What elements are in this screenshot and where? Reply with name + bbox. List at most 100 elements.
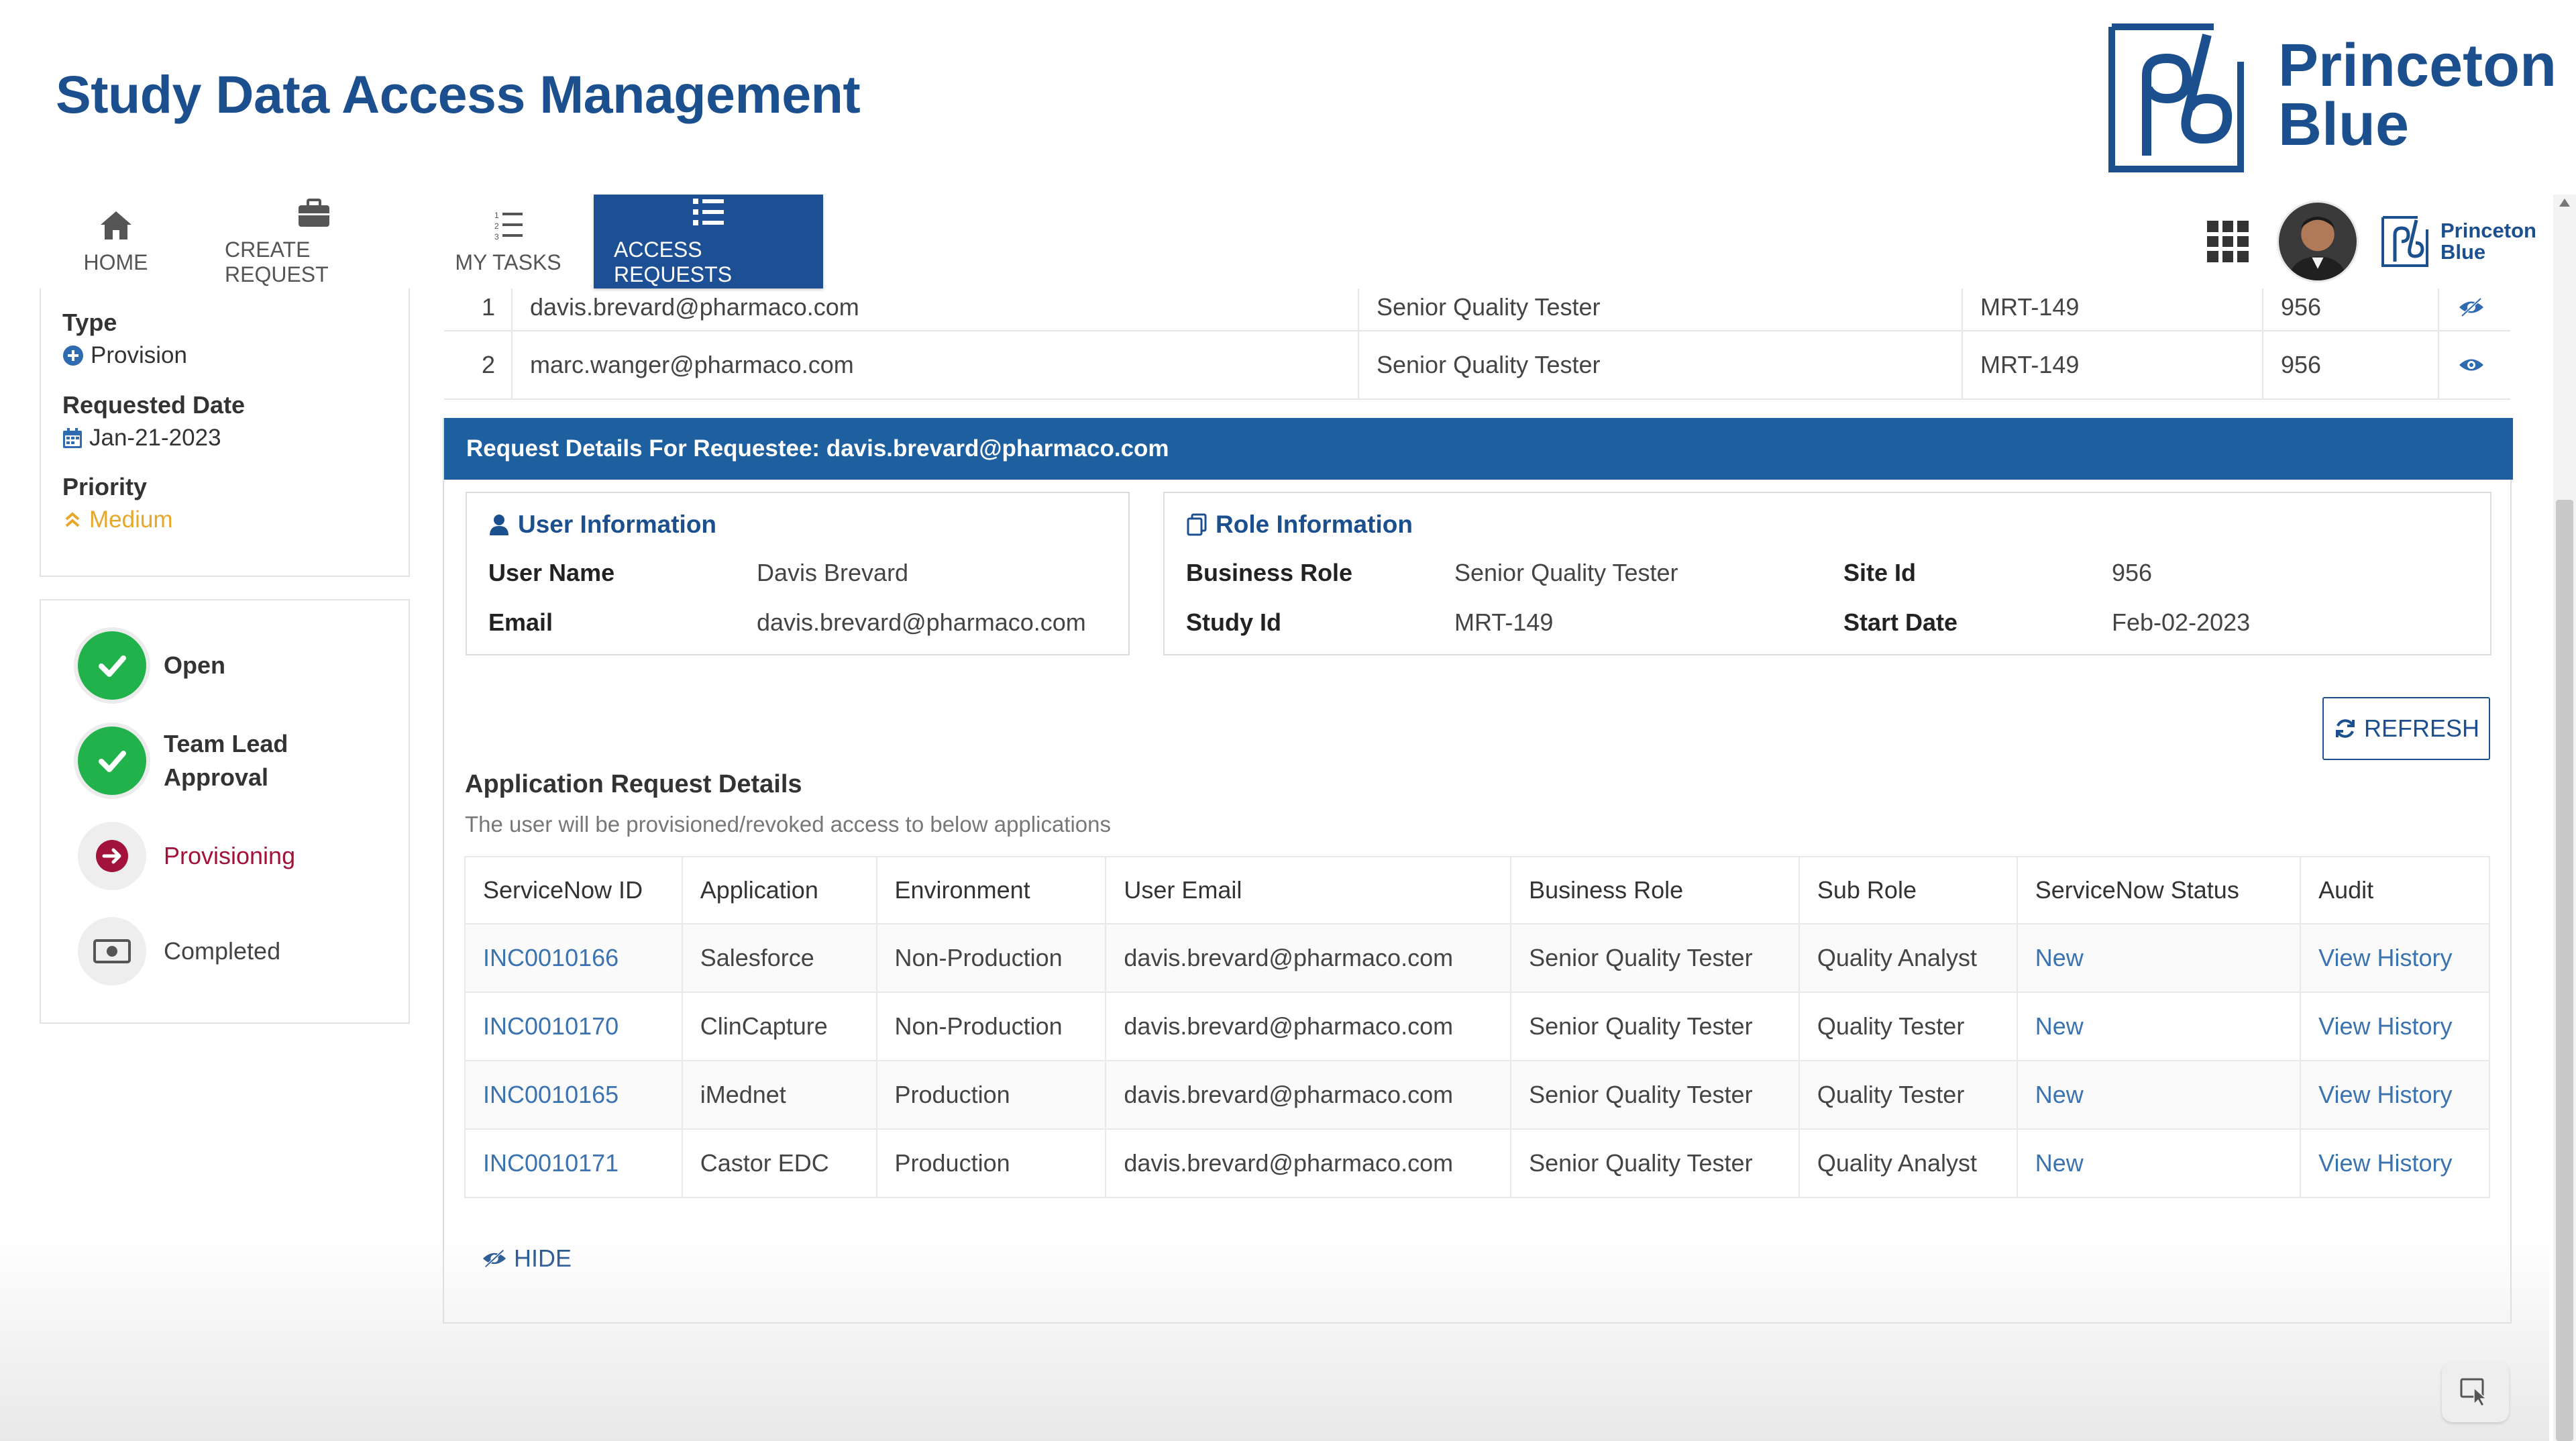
sub-role-cell: Quality Tester [1799, 1061, 2018, 1130]
study-id-label: Study Id [1186, 608, 1281, 636]
step-open: Open [78, 631, 225, 700]
priority-value-text: Medium [89, 506, 173, 533]
sub-role-cell: Quality Analyst [1799, 924, 2018, 993]
scroll-up-arrow-icon[interactable] [2559, 199, 2570, 207]
servicenow-status-link[interactable]: New [2017, 1061, 2302, 1130]
col-business-role[interactable]: Business Role [1511, 856, 1800, 924]
servicenow-id-link[interactable]: INC0010166 [464, 924, 683, 993]
mini-brand-line2: Blue [2440, 240, 2486, 264]
business-role-cell: Senior Quality Tester [1511, 992, 1800, 1061]
workflow-steps-card: Open Team Lead Approval Provisioning Com… [40, 599, 410, 1024]
sub-role-cell: Quality Tester [1799, 992, 2018, 1061]
table-row[interactable]: 1 davis.brevard@pharmaco.com Senior Qual… [444, 288, 2510, 331]
step-completed-label: Completed [164, 937, 281, 965]
col-application[interactable]: Application [682, 856, 877, 924]
requested-date-text: Jan-21-2023 [89, 425, 221, 451]
email-label: Email [488, 608, 553, 636]
row-site: 956 [2281, 351, 2322, 378]
brand-logo: Princeton Blue [2106, 21, 2557, 176]
svg-text:1: 1 [494, 211, 499, 220]
eye-slash-icon[interactable] [2458, 274, 2485, 341]
user-information-title: User Information [488, 511, 716, 539]
mini-brand-logo: Princeton Blue [2380, 215, 2536, 268]
mini-brand-mark-icon [2381, 216, 2428, 267]
list-icon [693, 199, 724, 225]
view-history-link[interactable]: View History [2300, 924, 2490, 993]
user-information-card: User Information User Name Davis Brevard… [466, 492, 1130, 655]
brand-name-line2: Blue [2278, 91, 2410, 158]
hide-link[interactable]: HIDE [482, 1244, 572, 1273]
col-user-email[interactable]: User Email [1106, 856, 1512, 924]
scrollbar-thumb[interactable] [2556, 500, 2573, 1441]
environment-cell: Production [876, 1061, 1107, 1130]
check-circle-icon [78, 727, 146, 795]
step-provisioning-label: Provisioning [164, 842, 296, 869]
table-header-row: ServiceNow ID Application Environment Us… [464, 856, 2490, 924]
col-sub-role[interactable]: Sub Role [1799, 856, 2018, 924]
type-value-text: Provision [91, 342, 187, 368]
request-info-card: Type Provision Requested Date Jan-21-202… [40, 288, 410, 577]
nav-create-request[interactable]: CREATE REQUEST [205, 195, 423, 288]
user-name-value: Davis Brevard [757, 559, 909, 586]
app-title: Study Data Access Management [56, 64, 861, 124]
application-request-details-title: Application Request Details [465, 770, 802, 798]
col-servicenow-id[interactable]: ServiceNow ID [464, 856, 683, 924]
money-icon [78, 917, 146, 985]
servicenow-id-link[interactable]: INC0010165 [464, 1061, 683, 1130]
view-history-link[interactable]: View History [2300, 992, 2490, 1061]
nav-home-label: HOME [83, 250, 148, 274]
role-information-title-text: Role Information [1216, 511, 1413, 538]
business-role-cell: Senior Quality Tester [1511, 1129, 1800, 1198]
servicenow-id-link[interactable]: INC0010171 [464, 1129, 683, 1198]
servicenow-id-link[interactable]: INC0010170 [464, 992, 683, 1061]
application-cell: Salesforce [682, 924, 877, 993]
user-email-cell: davis.brevard@pharmaco.com [1106, 924, 1512, 993]
application-requests-table: ServiceNow ID Application Environment Us… [464, 856, 2490, 1198]
brand-logo-mark-icon [2108, 23, 2244, 172]
priority-label: Priority [62, 473, 148, 500]
home-icon [100, 211, 131, 239]
type-label: Type [62, 309, 117, 336]
col-servicenow-status[interactable]: ServiceNow Status [2017, 856, 2302, 924]
row-role: Senior Quality Tester [1377, 293, 1601, 321]
application-cell: ClinCapture [682, 992, 877, 1061]
servicenow-status-link[interactable]: New [2017, 992, 2302, 1061]
pointer-tool-button[interactable] [2442, 1362, 2509, 1422]
environment-cell: Non-Production [876, 924, 1107, 993]
apps-grid-icon[interactable] [2207, 221, 2249, 262]
eye-icon[interactable] [2458, 331, 2485, 398]
servicenow-status-link[interactable]: New [2017, 924, 2302, 993]
row-study: MRT-149 [1980, 293, 2080, 321]
row-number: 2 [482, 351, 496, 378]
refresh-icon [2335, 719, 2355, 738]
cursor-select-icon [2460, 1378, 2487, 1407]
step-open-label: Open [164, 651, 226, 679]
copy-icon [1187, 513, 1207, 536]
refresh-button[interactable]: REFRESH [2322, 697, 2490, 760]
nav-home[interactable]: HOME [27, 195, 205, 288]
svg-text:3: 3 [494, 232, 499, 242]
start-date-value: Feb-02-2023 [2112, 608, 2251, 636]
view-history-link[interactable]: View History [2300, 1129, 2490, 1198]
application-request-details-subtitle: The user will be provisioned/revoked acc… [465, 812, 1112, 837]
row-study: MRT-149 [1980, 351, 2080, 378]
col-audit[interactable]: Audit [2300, 856, 2490, 924]
user-photo-icon [2279, 203, 2357, 280]
environment-cell: Production [876, 1129, 1107, 1198]
briefcase-icon [298, 199, 329, 227]
avatar[interactable] [2277, 201, 2359, 282]
user-information-title-text: User Information [518, 511, 717, 538]
site-id-label: Site Id [1843, 559, 1917, 586]
table-row[interactable]: 2 marc.wanger@pharmaco.com Senior Qualit… [444, 331, 2510, 400]
step-team-lead-label-line1: Team Lead [164, 730, 288, 757]
step-team-lead-label-line2: Approval [164, 763, 269, 791]
step-completed: Completed [78, 917, 280, 985]
col-environment[interactable]: Environment [876, 856, 1107, 924]
user-email-cell: davis.brevard@pharmaco.com [1106, 1129, 1512, 1198]
table-row: INC0010170 ClinCapture Non-Production da… [464, 992, 2490, 1061]
business-role-value: Senior Quality Tester [1454, 559, 1678, 586]
page-scrollbar[interactable] [2553, 195, 2576, 1441]
servicenow-status-link[interactable]: New [2017, 1129, 2302, 1198]
view-history-link[interactable]: View History [2300, 1061, 2490, 1130]
role-information-card: Role Information Business Role Senior Qu… [1163, 492, 2491, 655]
